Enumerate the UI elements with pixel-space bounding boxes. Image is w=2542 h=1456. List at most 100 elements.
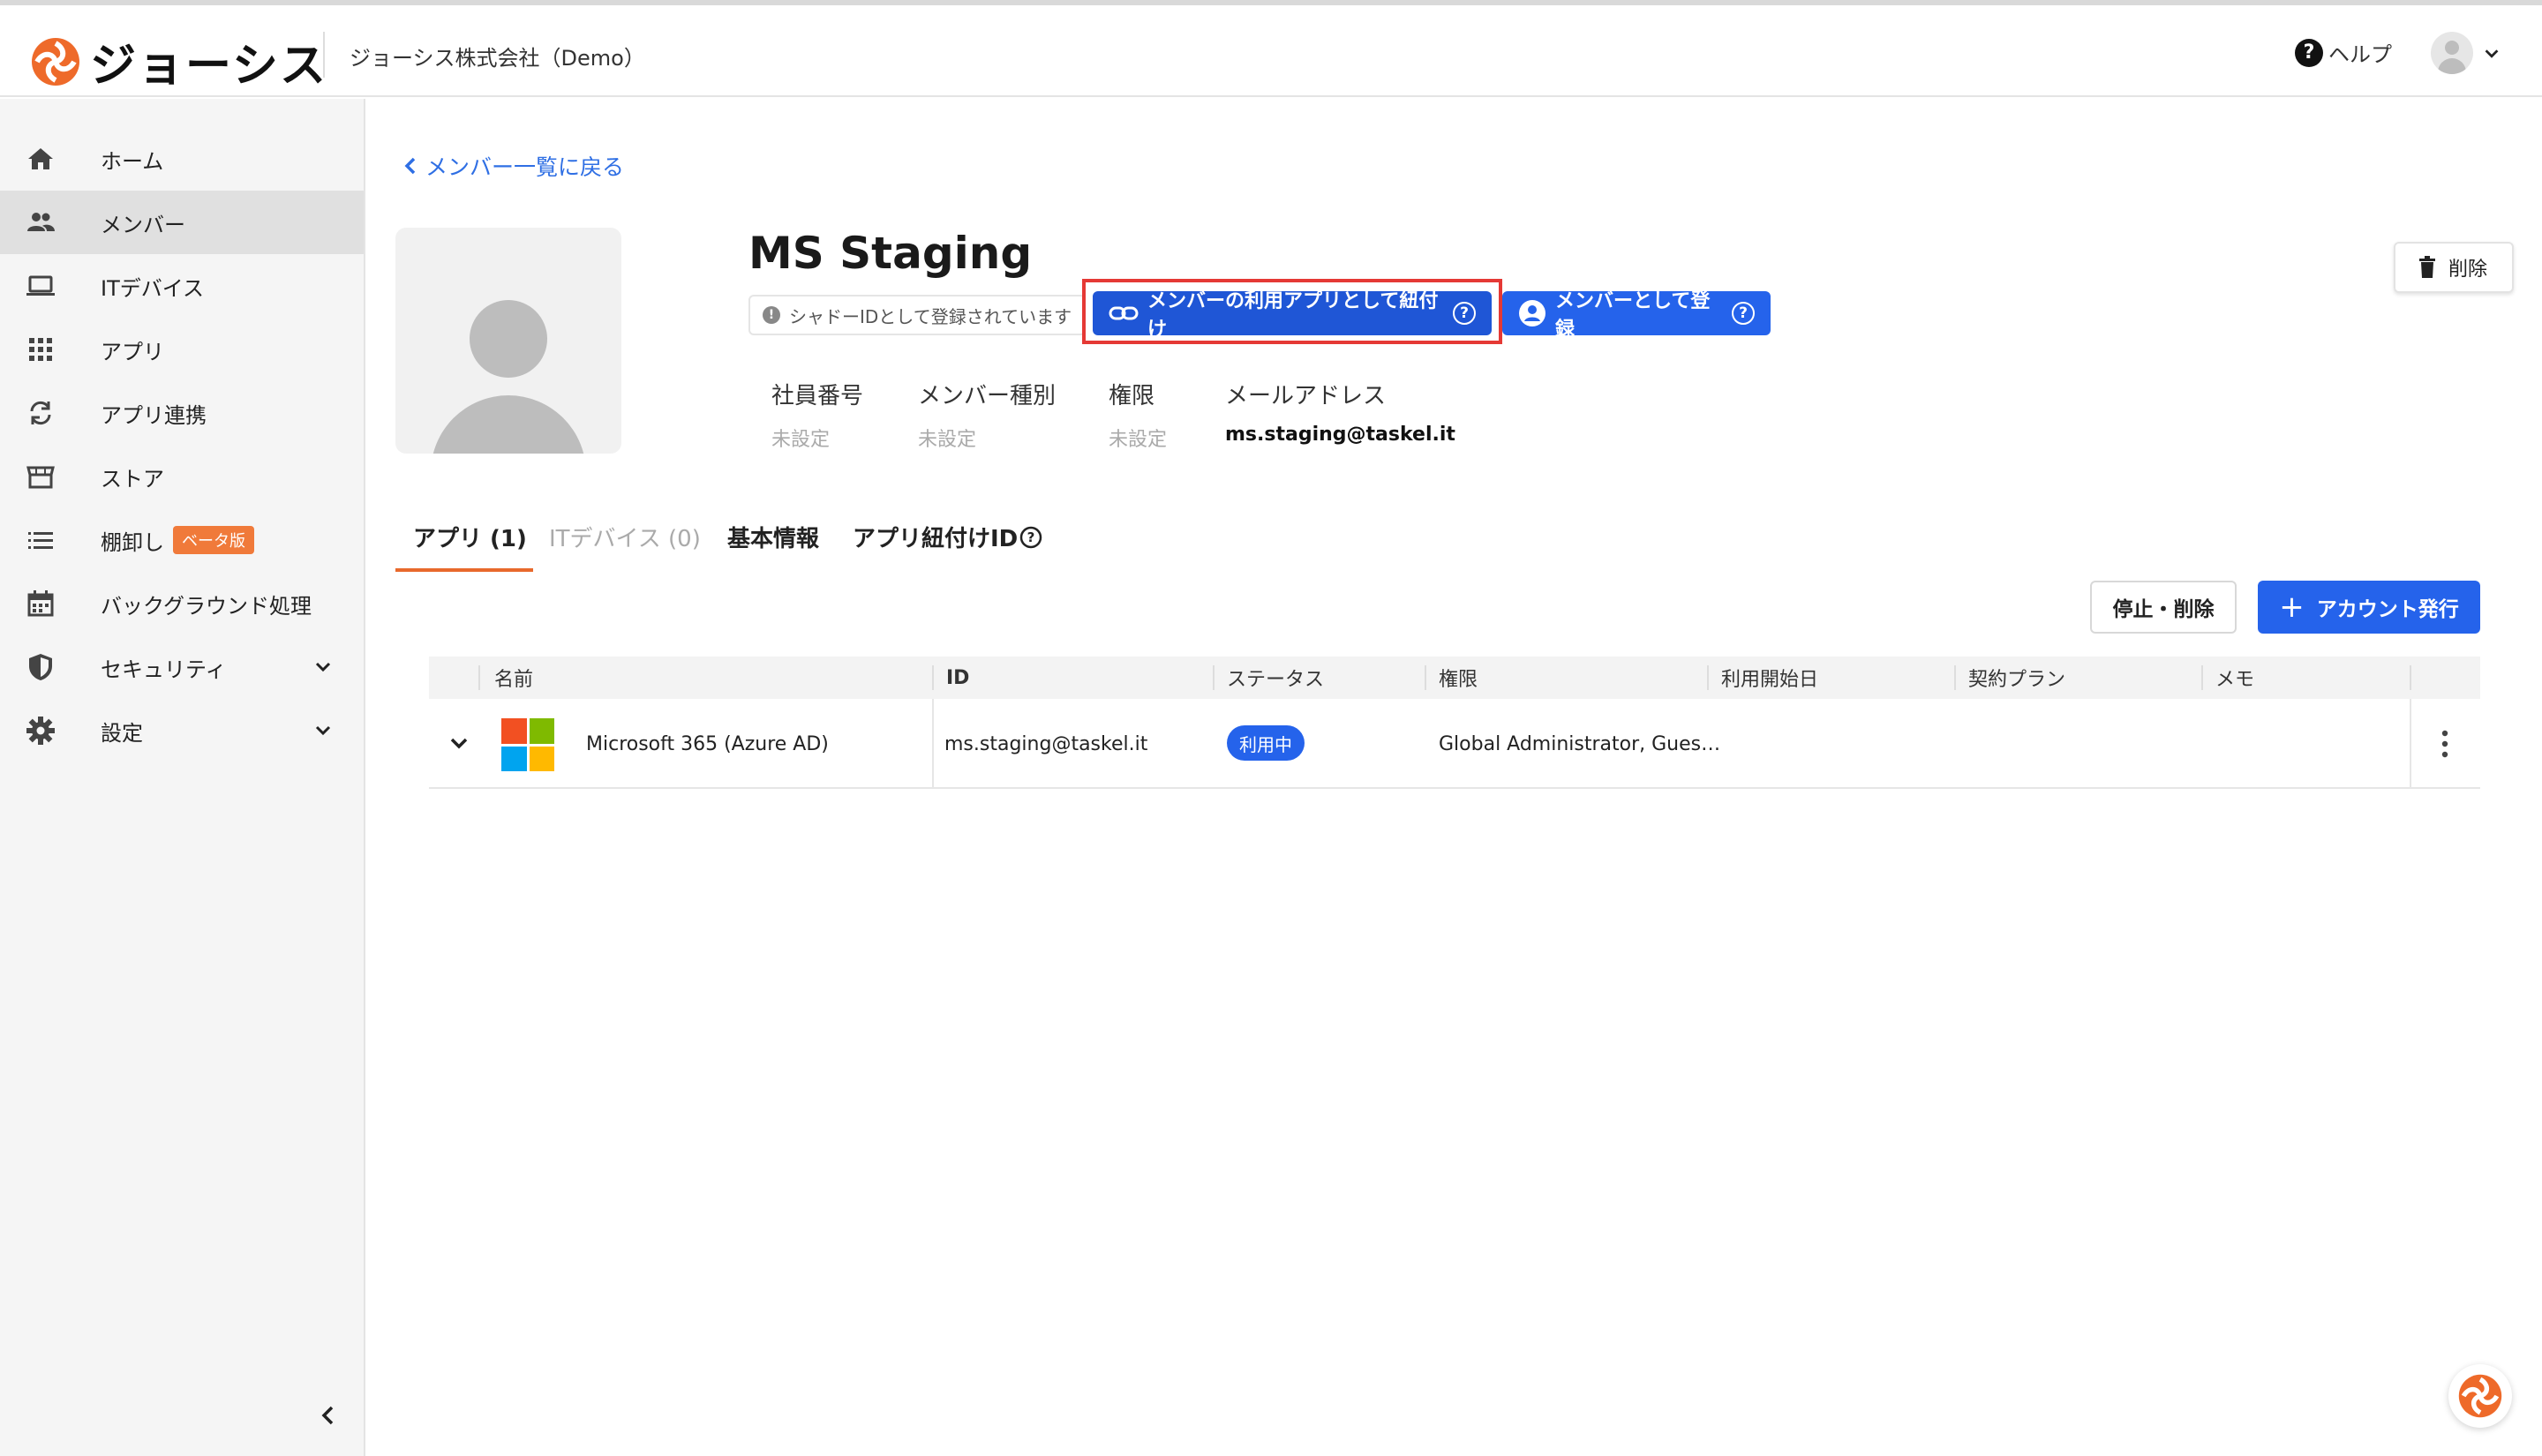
app-name-cell: Microsoft 365 (Azure AD) — [586, 732, 829, 755]
column-separator — [478, 665, 480, 690]
sidebar-item-home[interactable]: ホーム — [0, 127, 364, 191]
help-label: ヘルプ — [2328, 42, 2392, 67]
column-separator — [932, 665, 934, 690]
member-name: MS Staging — [748, 228, 1033, 279]
shadow-id-chip: ! シャドーIDとして登録されています — [748, 295, 1087, 335]
column-header-id[interactable]: ID — [946, 657, 969, 699]
column-separator — [1213, 665, 1215, 690]
member-type-label: メンバー種別 — [918, 383, 1057, 409]
link-as-member-app-button[interactable]: メンバーの利用アプリとして紐付け ? — [1093, 290, 1492, 341]
role-label: 権限 — [1109, 383, 1155, 409]
column-divider — [2410, 699, 2411, 789]
delete-button-label: 削除 — [2448, 259, 2488, 281]
sidebar-item-label: アプリ — [101, 339, 164, 364]
member-type-value: 未設定 — [918, 429, 977, 451]
role-cell: Global Administrator, Gues… — [1439, 732, 1721, 755]
sidebar-item-label: メンバー — [101, 212, 185, 237]
sidebar-item-it-devices[interactable]: ITデバイス — [0, 254, 364, 318]
back-to-members-link[interactable]: メンバー一覧に戻る — [402, 150, 624, 182]
sidebar-item-settings[interactable]: 設定 — [0, 699, 364, 762]
sidebar-item-label: ストア — [101, 466, 164, 492]
sidebar-item-label: 棚卸し — [101, 529, 164, 555]
column-header-name[interactable]: 名前 — [494, 657, 533, 699]
email-label: メールアドレス — [1225, 383, 1387, 409]
josys-logo-icon — [2458, 1374, 2502, 1418]
microsoft-logo-icon — [501, 718, 554, 771]
sidebar-item-security[interactable]: セキュリティ — [0, 635, 364, 699]
shield-icon — [29, 654, 52, 680]
plus-icon: + — [2279, 589, 2305, 625]
stop-delete-button[interactable]: 停止・削除 — [2090, 581, 2237, 634]
logo[interactable]: ジョーシス — [30, 28, 327, 94]
register-as-member-button[interactable]: メンバーとして登録 ? — [1502, 290, 1771, 341]
support-chat-button[interactable] — [2448, 1364, 2512, 1428]
issue-account-label: アカウント発行 — [2316, 598, 2459, 621]
column-divider — [932, 699, 934, 789]
list-icon — [28, 532, 53, 549]
user-avatar[interactable] — [2431, 32, 2473, 74]
sidebar-item-store[interactable]: ストア — [0, 445, 364, 508]
app-header: ジョーシス ジョーシス株式会社（Demo） ? ヘルプ — [0, 5, 2542, 97]
sidebar-item-apps[interactable]: アプリ — [0, 318, 364, 381]
more-vertical-icon[interactable] — [2441, 729, 2448, 759]
sidebar-item-members[interactable]: メンバー — [0, 191, 364, 254]
account-id-cell: ms.staging@taskel.it — [944, 732, 1148, 755]
chevron-down-icon[interactable] — [312, 657, 334, 678]
email-value: ms.staging@taskel.it — [1225, 424, 1455, 446]
beta-badge: ベータ版 — [173, 526, 254, 554]
delete-button[interactable]: 削除 — [2394, 242, 2514, 293]
sidebar-item-label: 設定 — [101, 720, 143, 746]
help-circle-icon[interactable]: ? — [1732, 302, 1755, 325]
grid-icon — [29, 338, 52, 361]
register-button-label: メンバーとして登録 — [1555, 290, 1711, 341]
sidebar-item-label: セキュリティ — [101, 657, 227, 682]
status-badge: 利用中 — [1227, 725, 1305, 761]
header-divider — [323, 32, 325, 78]
sidebar: ホーム メンバー ITデバイス アプリ アプリ連携 ストア 棚卸し ベータ版 バ… — [0, 99, 365, 1456]
sidebar-item-label: バックグラウンド処理 — [101, 593, 312, 619]
chevron-down-icon[interactable] — [2482, 44, 2501, 64]
home-icon — [28, 148, 53, 169]
column-separator — [2410, 665, 2411, 690]
calendar-icon — [27, 590, 54, 617]
people-icon — [27, 213, 55, 231]
tab-basic-info[interactable]: 基本情報 — [727, 521, 819, 553]
column-header-plan[interactable]: 契約プラン — [1968, 657, 2065, 699]
help-link[interactable]: ? ヘルプ — [2295, 37, 2392, 68]
issue-account-button[interactable]: + アカウント発行 — [2258, 581, 2480, 634]
column-header-memo[interactable]: メモ — [2215, 657, 2254, 699]
chevron-left-icon — [404, 157, 416, 175]
sidebar-item-label: ITデバイス — [101, 275, 205, 301]
help-circle-icon: ? — [1020, 526, 1042, 548]
tab-app-link-id-label: アプリ紐付けID — [853, 526, 1019, 552]
chevron-left-icon[interactable] — [318, 1403, 339, 1428]
sidebar-item-background-jobs[interactable]: バックグラウンド処理 — [0, 572, 364, 635]
back-link-label: メンバー一覧に戻る — [425, 154, 625, 180]
sidebar-item-label: アプリ連携 — [101, 402, 207, 428]
info-icon: ! — [763, 306, 780, 324]
tab-app-link-id[interactable]: アプリ紐付けID ? — [853, 521, 1042, 553]
expand-chevron-icon[interactable] — [447, 731, 471, 755]
column-separator — [1425, 665, 1426, 690]
company-name: ジョーシス株式会社（Demo） — [350, 46, 645, 71]
store-icon — [26, 466, 55, 489]
employee-no-label: 社員番号 — [771, 383, 864, 409]
role-value: 未設定 — [1109, 429, 1168, 451]
sidebar-item-app-integration[interactable]: アプリ連携 — [0, 381, 364, 445]
profile-avatar — [395, 228, 621, 454]
column-header-role[interactable]: 権限 — [1439, 657, 1478, 699]
sidebar-item-inventory[interactable]: 棚卸し ベータ版 — [0, 508, 364, 572]
trash-icon — [2419, 256, 2435, 278]
shadow-id-note: シャドーIDとして登録されています — [789, 305, 1072, 327]
tab-apps[interactable]: アプリ (1) — [413, 521, 527, 553]
active-tab-indicator — [395, 568, 533, 572]
chevron-down-icon[interactable] — [312, 720, 334, 741]
help-circle-icon[interactable]: ? — [1453, 302, 1476, 325]
help-circle-icon: ? — [2295, 38, 2323, 67]
column-header-start-date[interactable]: 利用開始日 — [1721, 657, 1818, 699]
laptop-icon — [26, 275, 55, 296]
gear-icon — [26, 717, 55, 745]
column-header-status[interactable]: ステータス — [1227, 657, 1324, 699]
table-row[interactable]: Microsoft 365 (Azure AD) ms.staging@task… — [429, 699, 2480, 789]
tab-it-devices[interactable]: ITデバイス (0) — [549, 521, 701, 553]
